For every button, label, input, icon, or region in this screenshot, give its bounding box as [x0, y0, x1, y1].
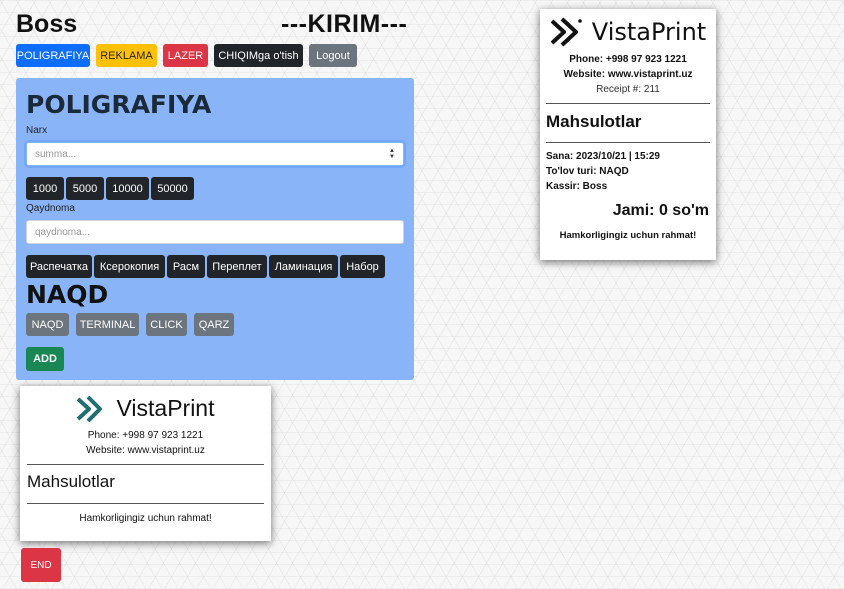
preview-brand: VistaPrint [116, 395, 215, 421]
payment-click-button[interactable]: CLICK [146, 313, 187, 336]
payment-qarz-button[interactable]: QARZ [194, 313, 234, 336]
payment-terminal-button[interactable]: TERMINAL [76, 313, 139, 336]
number-spinner-icon[interactable]: ▲ ▼ [389, 148, 395, 160]
form-title: POLIGRAFIYA [26, 90, 212, 119]
preview-phone: Phone: +998 97 923 1221 [87, 430, 204, 441]
preview-divider [27, 503, 264, 504]
price-placeholder: summa... [35, 148, 77, 160]
service-button[interactable]: Переплет [207, 255, 267, 278]
receipt-phone: Phone: +998 97 923 1221 [569, 54, 687, 65]
price-input[interactable]: summa... ▲ ▼ [26, 142, 404, 166]
payment-naqd-button[interactable]: NAQD [26, 313, 69, 336]
user-name: Boss [16, 10, 78, 38]
poligrafiya-form-panel: POLIGRAFIYA Narx summa... ▲ ▼ 1000 5000 1… [16, 78, 414, 380]
amount-button[interactable]: 10000 [106, 177, 149, 200]
payment-type-title: NAQD [26, 280, 109, 309]
top-nav: POLIGRAFIYA REKLAMA LAZER CHIQIMga o'tis… [16, 44, 357, 67]
amount-button[interactable]: 50000 [151, 177, 194, 200]
amount-buttons: 1000 5000 10000 50000 [26, 177, 194, 200]
vistaprint-logo-icon [550, 17, 582, 47]
note-placeholder: qaydnoma... [35, 226, 91, 238]
receipt-website: Website: www.vistaprint.uz [563, 69, 693, 80]
receipt-cashier: Kassir: Boss [546, 181, 608, 192]
receipt-preview: VistaPrint Phone: +998 97 923 1221 Websi… [20, 386, 271, 541]
lazer-button[interactable]: LAZER [163, 44, 208, 67]
service-buttons: Распечатка Ксерокопия Расм Переплет Лами… [26, 255, 385, 278]
page-mode-title: ---KIRIM--- [281, 10, 408, 38]
preview-divider [27, 464, 264, 465]
preview-heading: Mahsulotlar [27, 472, 115, 491]
preview-website: Website: www.vistaprint.uz [86, 445, 205, 456]
price-label: Narx [26, 125, 48, 136]
chiqim-button[interactable]: CHIQIMga o'tish [214, 44, 303, 67]
service-button[interactable]: Набор [340, 255, 385, 278]
add-button[interactable]: ADD [26, 347, 64, 371]
service-button[interactable]: Распечатка [26, 255, 92, 278]
service-button[interactable]: Расм [167, 255, 205, 278]
receipt-logo: VistaPrint [540, 17, 716, 47]
receipt-divider [546, 103, 710, 104]
service-button[interactable]: Ксерокопия [94, 255, 165, 278]
amount-button[interactable]: 5000 [66, 177, 104, 200]
receipt-heading: Mahsulotlar [546, 112, 642, 131]
receipt-brand: VistaPrint [591, 18, 707, 46]
service-button[interactable]: Ламинация [269, 255, 338, 278]
amount-button[interactable]: 1000 [26, 177, 64, 200]
note-label: Qaydnoma [26, 203, 75, 214]
receipt-total: Jami: 0 so'm [612, 202, 709, 219]
reklama-button[interactable]: REKLAMA [96, 44, 157, 67]
end-button[interactable]: END [21, 548, 61, 582]
receipt-divider [546, 142, 710, 143]
vistaprint-logo-icon [77, 395, 103, 422]
preview-logo: VistaPrint [20, 395, 271, 422]
receipt-payment-type: To'lov turi: NAQD [546, 166, 629, 177]
poligrafiya-button[interactable]: POLIGRAFIYA [16, 44, 90, 67]
receipt-main: VistaPrint Phone: +998 97 923 1221 Websi… [540, 9, 716, 260]
note-textarea[interactable]: qaydnoma... [26, 220, 404, 244]
receipt-thanks: Hamkorligingiz uchun rahmat! [559, 230, 697, 241]
preview-thanks: Hamkorligingiz uchun rahmat! [79, 513, 212, 524]
payment-buttons: NAQD TERMINAL CLICK QARZ [26, 313, 234, 336]
receipt-number: Receipt #: 211 [596, 84, 660, 95]
logout-button[interactable]: Logout [309, 44, 357, 67]
receipt-date: Sana: 2023/10/21 | 15:29 [546, 151, 660, 162]
